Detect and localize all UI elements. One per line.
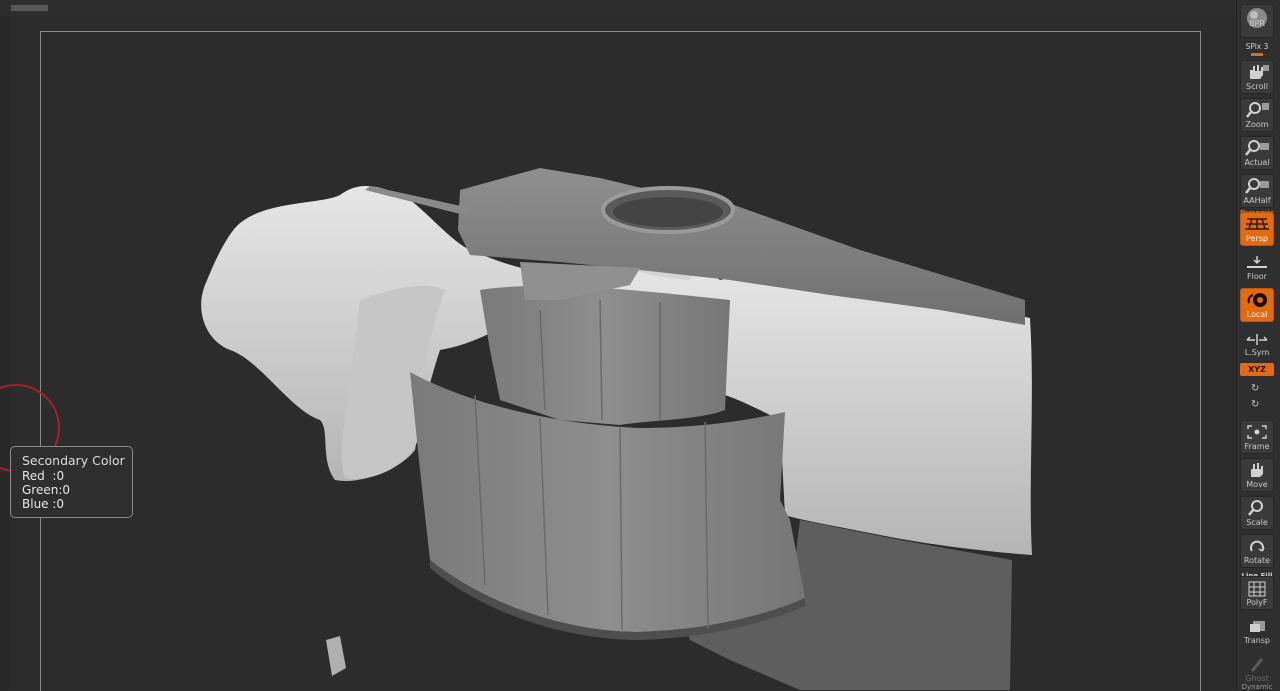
scale-label: Scale [1246,518,1268,527]
ghost-button[interactable]: Ghost [1240,652,1274,686]
actual-label: Actual [1244,158,1270,167]
actual-button[interactable]: Actual [1240,136,1274,170]
scale-button[interactable]: Scale [1240,496,1274,530]
rotate-label: Rotate [1243,556,1271,565]
rotate-icon [1250,540,1265,552]
lsym-button[interactable]: L.Sym [1240,326,1274,360]
rotate-z-icon[interactable]: ↻ [1251,399,1259,410]
move-button[interactable]: Move [1240,458,1274,492]
polyf-label: PolyF [1246,598,1268,607]
persp-label: Persp [1246,234,1268,243]
rotate-button[interactable]: Rotate [1240,534,1274,568]
tooltip-red: Red :0 [22,469,65,483]
symmetry-icon [1246,334,1268,345]
polyf-button[interactable]: PolyF [1240,576,1274,610]
transp-button[interactable]: Transp [1240,614,1274,648]
transparency-icon [1250,621,1265,632]
spix-slider[interactable] [1251,53,1263,56]
floor-button[interactable]: Floor [1240,250,1274,284]
document-frame [40,31,1201,691]
magnifier-actual-icon [1245,140,1269,156]
perspective-grid-icon [1245,218,1269,230]
lsym-label: L.Sym [1244,348,1270,357]
scale-icon [1248,500,1263,516]
tooltip-green: Green:0 [22,483,71,497]
rotate-y-icon[interactable]: ↻ [1251,383,1259,394]
frame-label: Frame [1244,442,1270,451]
polyframe-icon [1248,581,1266,597]
frame-button[interactable]: Frame [1240,420,1274,454]
ghost-icon [1250,658,1264,672]
scroll-button[interactable]: Scroll [1240,60,1274,94]
ghost-label: Ghost [1245,674,1269,683]
floor-label: Floor [1247,272,1267,281]
transp-label: Transp [1243,636,1271,645]
bpr-label: BPR [1249,19,1265,28]
zoom-label: Zoom [1245,120,1269,129]
xyz-button[interactable]: XYZ [1240,363,1274,376]
persp-button[interactable]: Persp [1240,212,1274,246]
local-button[interactable]: Local [1240,288,1274,322]
magnifier-half-icon [1245,178,1269,194]
move-hand-icon [1251,463,1263,477]
secondary-color-tooltip: Secondary Color Red :0 Green:0 Blue :0 [10,446,133,518]
spix-label[interactable]: SPix 3 [1237,42,1277,51]
aahalf-button[interactable]: AAHalf [1240,174,1274,208]
tooltip-blue: Blue :0 [22,497,65,511]
frame-icon [1247,425,1267,439]
floor-icon [1247,256,1267,268]
local-pivot-icon [1247,293,1267,307]
scroll-label: Scroll [1246,82,1268,91]
tooltip-title: Secondary Color [22,453,125,468]
bpr-button[interactable]: BPR [1240,4,1274,38]
magnifier-icon [1246,102,1269,118]
xyz-label: XYZ [1248,365,1266,374]
zoom-button[interactable]: Zoom [1240,98,1274,132]
right-shelf: BPR SPix 3 Scroll Zoom Actual AAHalf Dyn… [1236,0,1280,691]
hand-icon [1250,65,1269,79]
local-label: Local [1246,310,1268,319]
move-label: Move [1246,480,1268,489]
aahalf-label: AAHalf [1243,196,1271,205]
